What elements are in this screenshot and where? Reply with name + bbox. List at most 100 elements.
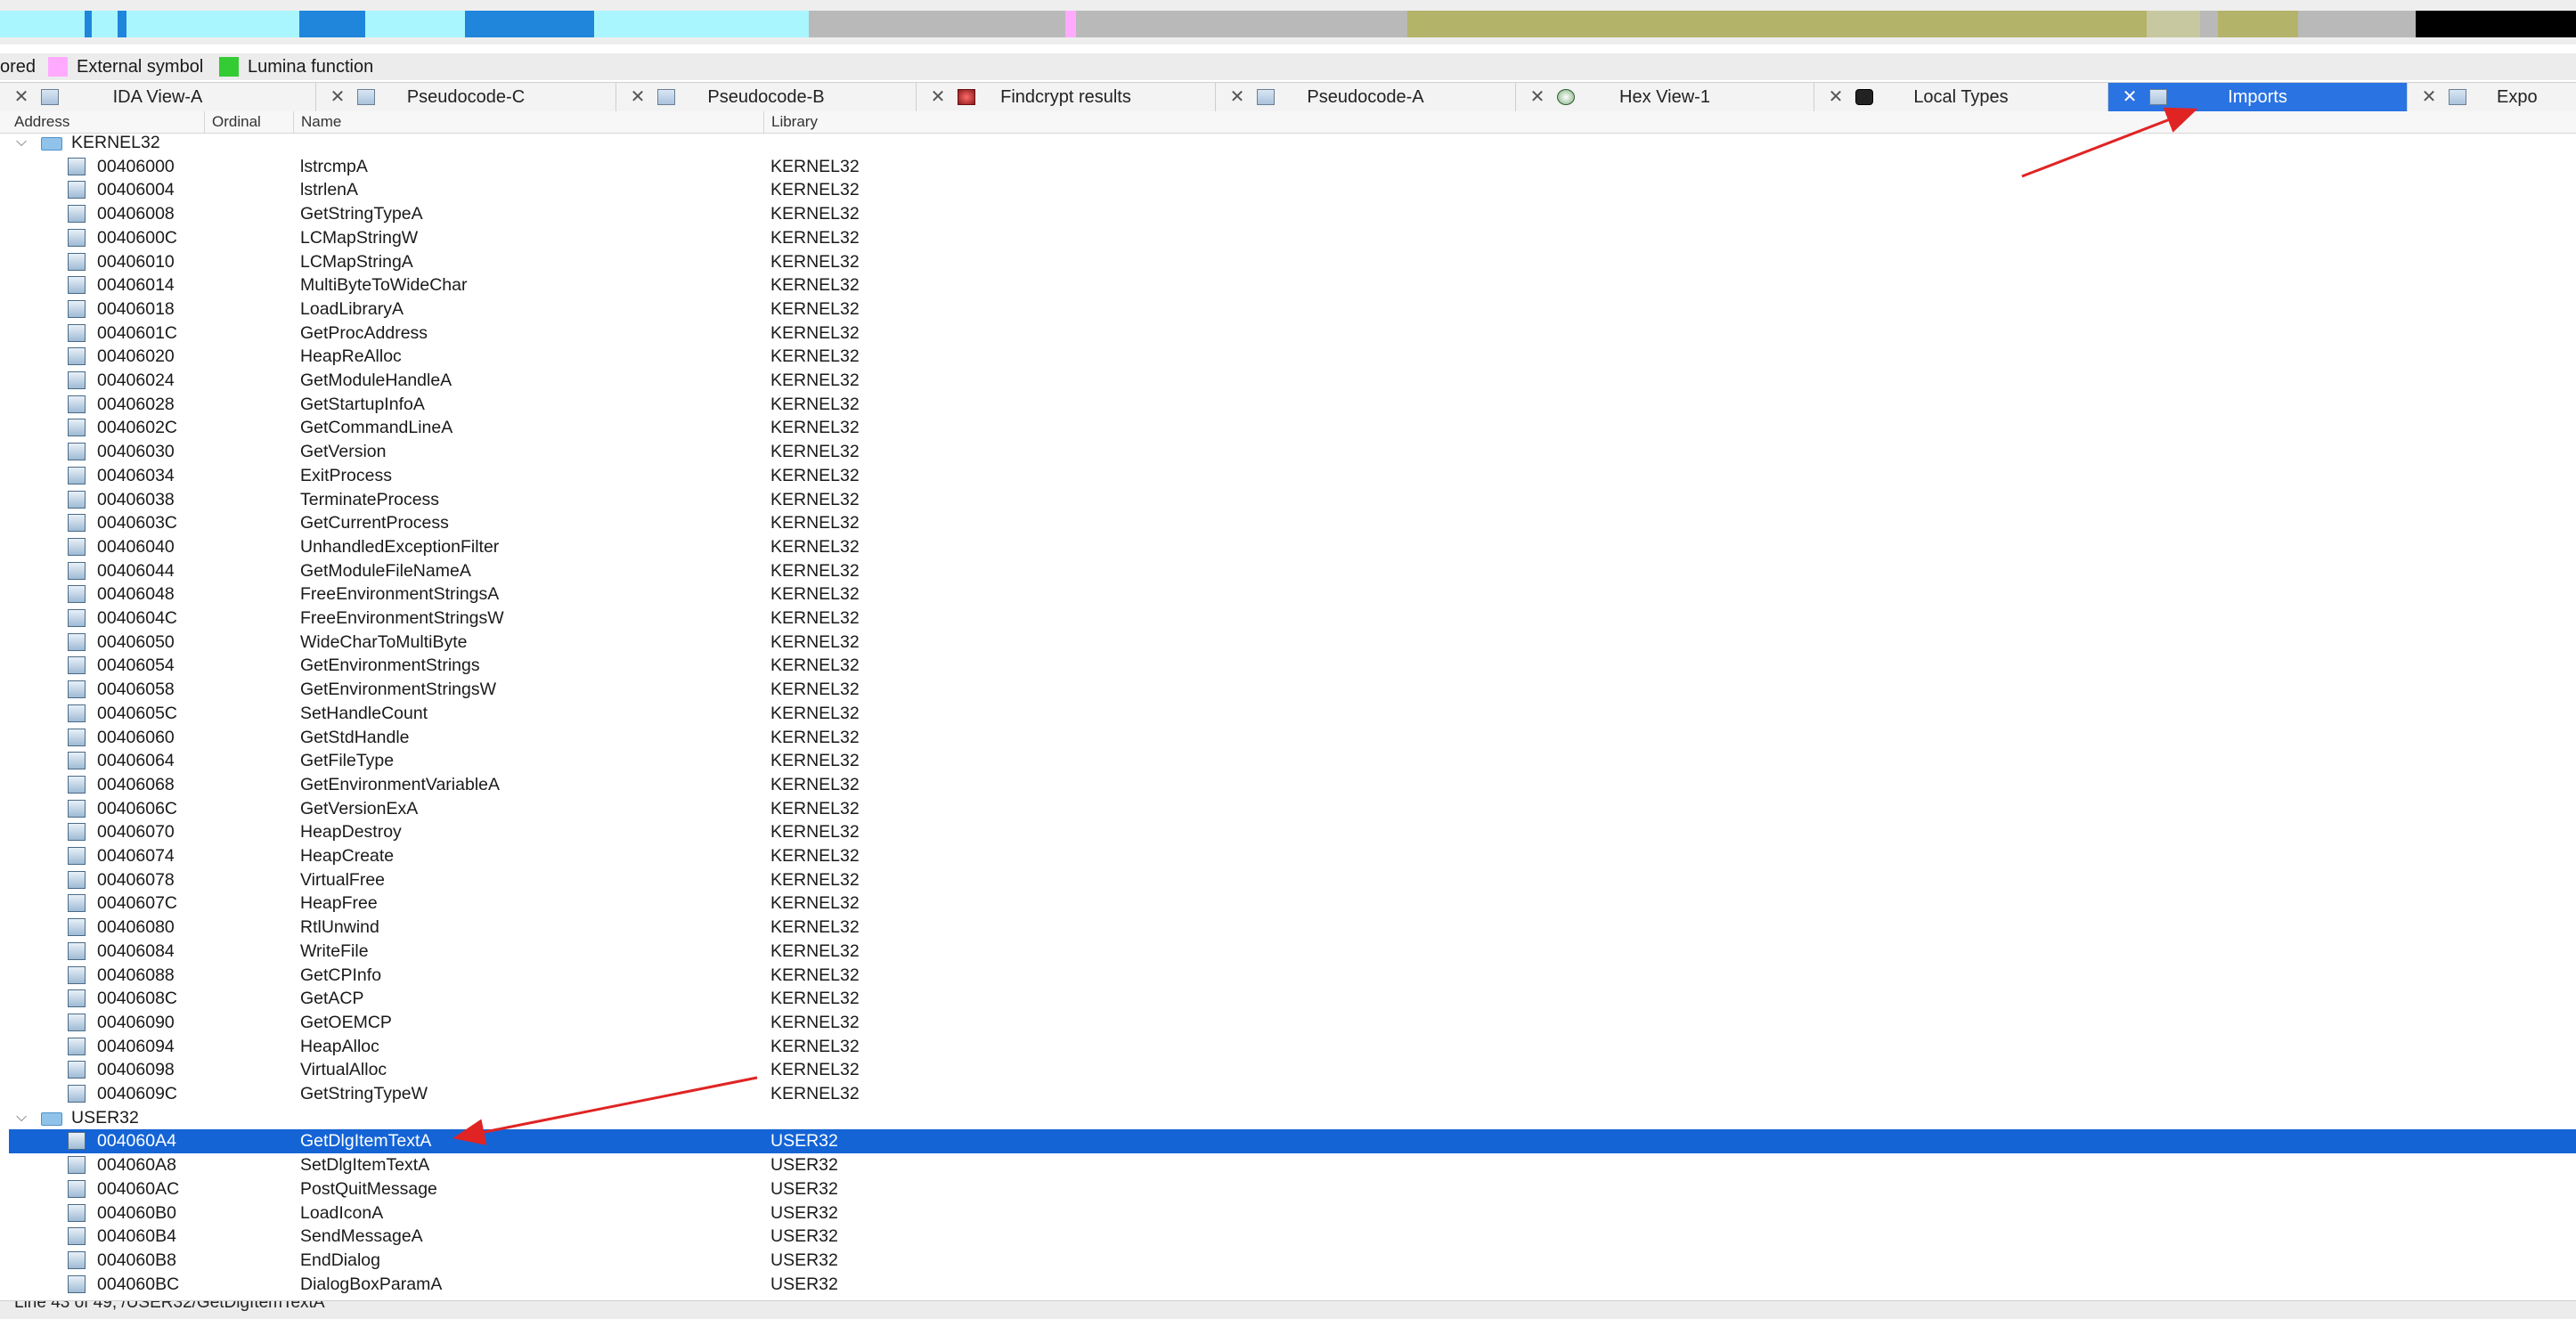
import-icon bbox=[68, 989, 86, 1008]
cell-address: 00406094 bbox=[97, 1036, 175, 1056]
cell-name: WideCharToMultiByte bbox=[300, 631, 468, 652]
table-row[interactable]: 00406004 lstrlenA KERNEL32 bbox=[9, 178, 2576, 202]
table-row[interactable]: 00406064 GetFileType KERNEL32 bbox=[9, 749, 2576, 773]
table-row[interactable]: 00406074 HeapCreate KERNEL32 bbox=[9, 844, 2576, 868]
cell-name: GetCPInfo bbox=[300, 965, 382, 985]
column-library[interactable]: Library bbox=[764, 111, 2576, 133]
table-row[interactable]: 0040609C GetStringTypeW KERNEL32 bbox=[9, 1082, 2576, 1106]
cell-library: KERNEL32 bbox=[770, 822, 860, 843]
table-row[interactable]: 00406068 GetEnvironmentVariableA KERNEL32 bbox=[9, 773, 2576, 797]
column-name[interactable]: Name bbox=[294, 111, 764, 133]
import-icon bbox=[68, 965, 86, 984]
cell-library: USER32 bbox=[770, 1274, 838, 1294]
cell-library: KERNEL32 bbox=[770, 298, 860, 319]
tab-ida-view-a[interactable]: ✕ IDA View-A bbox=[0, 83, 316, 111]
table-row[interactable]: 00406028 GetStartupInfoA KERNEL32 bbox=[9, 393, 2576, 417]
table-row[interactable]: 0040604C FreeEnvironmentStringsW KERNEL32 bbox=[9, 607, 2576, 631]
folder-icon bbox=[41, 137, 62, 151]
table-row[interactable]: 00406008 GetStringTypeA KERNEL32 bbox=[9, 202, 2576, 226]
import-icon bbox=[68, 775, 86, 794]
table-row[interactable]: 00406080 RtlUnwind KERNEL32 bbox=[9, 916, 2576, 940]
table-row[interactable]: 004060AC PostQuitMessage USER32 bbox=[9, 1177, 2576, 1201]
cell-address: 00406088 bbox=[97, 965, 175, 985]
table-row[interactable]: 004060A4 GetDlgItemTextA USER32 bbox=[9, 1129, 2576, 1154]
chevron-down-icon[interactable]: ⌵ bbox=[16, 1106, 27, 1130]
table-row[interactable]: 004060B8 EndDialog USER32 bbox=[9, 1249, 2576, 1273]
table-row[interactable]: 0040600C LCMapStringW KERNEL32 bbox=[9, 226, 2576, 250]
library-group[interactable]: ⌵ USER32 bbox=[9, 1106, 2576, 1130]
cell-name: ExitProcess bbox=[300, 465, 392, 485]
cell-name: HeapAlloc bbox=[300, 1036, 379, 1056]
table-row[interactable]: 004060BC DialogBoxParamA USER32 bbox=[9, 1273, 2576, 1297]
tab-label: Pseudocode-B bbox=[707, 87, 825, 107]
cell-library: KERNEL32 bbox=[770, 774, 860, 794]
cell-address: 00406074 bbox=[97, 846, 175, 866]
table-row[interactable]: 00406058 GetEnvironmentStringsW KERNEL32 bbox=[9, 678, 2576, 702]
import-icon bbox=[68, 228, 86, 247]
cell-name: HeapFree bbox=[300, 893, 378, 914]
table-row[interactable]: 00406018 LoadLibraryA KERNEL32 bbox=[9, 297, 2576, 322]
cell-name: HeapDestroy bbox=[300, 822, 402, 843]
cell-name: LoadLibraryA bbox=[300, 298, 404, 319]
table-row[interactable]: 00406098 VirtualAlloc KERNEL32 bbox=[9, 1058, 2576, 1082]
table-row[interactable]: 00406048 FreeEnvironmentStringsA KERNEL32 bbox=[9, 582, 2576, 607]
table-row[interactable]: 00406050 WideCharToMultiByte KERNEL32 bbox=[9, 631, 2576, 655]
cell-address: 00406068 bbox=[97, 774, 175, 794]
table-row[interactable]: 0040606C GetVersionExA KERNEL32 bbox=[9, 797, 2576, 821]
table-row[interactable]: 00406010 LCMapStringA KERNEL32 bbox=[9, 250, 2576, 274]
tab-pseudocode-a[interactable]: ✕ Pseudocode-A bbox=[1216, 83, 1516, 111]
table-row[interactable]: 00406020 HeapReAlloc KERNEL32 bbox=[9, 345, 2576, 369]
cell-library: KERNEL32 bbox=[770, 703, 860, 723]
table-row[interactable]: 00406090 GetOEMCP KERNEL32 bbox=[9, 1011, 2576, 1035]
cell-library: KERNEL32 bbox=[770, 893, 860, 914]
table-row[interactable]: 004060B4 SendMessageA USER32 bbox=[9, 1225, 2576, 1249]
tab-pseudocode-c[interactable]: ✕ Pseudocode-C bbox=[316, 83, 616, 111]
tab-imports[interactable]: ✕ Imports bbox=[2108, 83, 2408, 111]
tab-hex-view-1[interactable]: ✕ Hex View-1 bbox=[1516, 83, 1814, 111]
table-row[interactable]: 00406078 VirtualFree KERNEL32 bbox=[9, 868, 2576, 892]
table-row[interactable]: 00406044 GetModuleFileNameA KERNEL32 bbox=[9, 559, 2576, 583]
table-row[interactable]: 00406014 MultiByteToWideChar KERNEL32 bbox=[9, 273, 2576, 297]
cell-library: KERNEL32 bbox=[770, 370, 860, 390]
column-ordinal[interactable]: Ordinal bbox=[205, 111, 294, 133]
tab-findcrypt-results[interactable]: ✕ Findcrypt results bbox=[917, 83, 1216, 111]
table-row[interactable]: 0040603C GetCurrentProcess KERNEL32 bbox=[9, 511, 2576, 535]
table-row[interactable]: 00406038 TerminateProcess KERNEL32 bbox=[9, 488, 2576, 512]
table-row[interactable]: 004060B0 LoadIconA USER32 bbox=[9, 1201, 2576, 1225]
cell-address: 0040604C bbox=[97, 608, 177, 628]
table-row[interactable]: 0040602C GetCommandLineA KERNEL32 bbox=[9, 416, 2576, 440]
table-row[interactable]: 004060A8 SetDlgItemTextA USER32 bbox=[9, 1153, 2576, 1177]
column-address[interactable]: Address bbox=[7, 111, 205, 133]
table-row[interactable]: 00406060 GetStdHandle KERNEL32 bbox=[9, 726, 2576, 750]
table-row[interactable]: 00406034 ExitProcess KERNEL32 bbox=[9, 464, 2576, 488]
nav-segment-code bbox=[85, 11, 92, 37]
navigation-band[interactable] bbox=[0, 0, 2576, 45]
table-row[interactable]: 0040605C SetHandleCount KERNEL32 bbox=[9, 702, 2576, 726]
table-row[interactable]: 00406000 lstrcmpA KERNEL32 bbox=[9, 155, 2576, 179]
navigation-bar[interactable] bbox=[0, 11, 2576, 37]
table-row[interactable]: 00406088 GetCPInfo KERNEL32 bbox=[9, 964, 2576, 988]
cell-name: GetEnvironmentStringsW bbox=[300, 680, 496, 700]
table-row[interactable]: 0040608C GetACP KERNEL32 bbox=[9, 987, 2576, 1011]
chevron-down-icon[interactable]: ⌵ bbox=[16, 131, 27, 155]
cell-name: GetVersionExA bbox=[300, 798, 419, 818]
table-row[interactable]: 00406054 GetEnvironmentStrings KERNEL32 bbox=[9, 654, 2576, 678]
table-row[interactable]: 00406040 UnhandledExceptionFilter KERNEL32 bbox=[9, 535, 2576, 559]
status-text: Line 43 of 49, /USER32/GetDlgItemTextA bbox=[14, 1300, 325, 1312]
table-row[interactable]: 00406030 GetVersion KERNEL32 bbox=[9, 440, 2576, 464]
table-row[interactable]: 00406024 GetModuleHandleA KERNEL32 bbox=[9, 369, 2576, 393]
nav-segment-code bbox=[465, 11, 594, 37]
nav-segment-code bbox=[299, 11, 365, 37]
table-row[interactable]: 0040607C HeapFree KERNEL32 bbox=[9, 892, 2576, 916]
table-row[interactable]: 00406084 WriteFile KERNEL32 bbox=[9, 940, 2576, 964]
tab-pseudocode-b[interactable]: ✕ Pseudocode-B bbox=[616, 83, 917, 111]
close-icon[interactable]: ✕ bbox=[2420, 83, 2438, 111]
tab-exports[interactable]: ✕ Expo bbox=[2408, 83, 2576, 111]
library-group[interactable]: ⌵ KERNEL32 bbox=[9, 131, 2576, 155]
tab-local-types[interactable]: ✕ Local Types bbox=[1814, 83, 2108, 111]
table-row[interactable]: 00406070 HeapDestroy KERNEL32 bbox=[9, 820, 2576, 844]
import-icon bbox=[68, 1274, 86, 1293]
table-row[interactable]: 00406094 HeapAlloc KERNEL32 bbox=[9, 1035, 2576, 1059]
table-row[interactable]: 0040601C GetProcAddress KERNEL32 bbox=[9, 322, 2576, 346]
cell-address: 00406020 bbox=[97, 346, 175, 367]
